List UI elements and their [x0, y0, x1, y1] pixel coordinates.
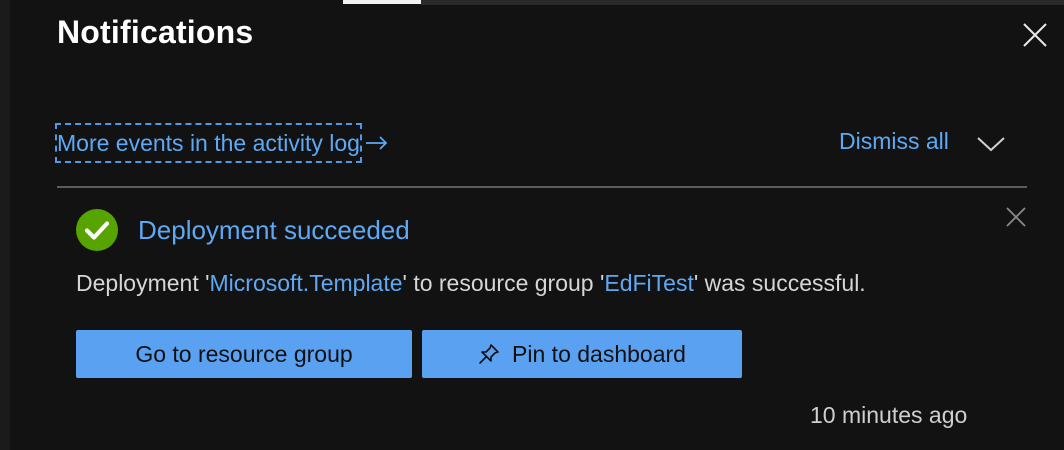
panel-title: Notifications: [57, 14, 254, 50]
top-strip: [421, 0, 1064, 5]
arrow-right-icon: [365, 136, 388, 150]
notification-timestamp: 10 minutes ago: [810, 402, 968, 428]
pin-icon: [479, 344, 499, 364]
close-icon[interactable]: [1005, 206, 1027, 228]
go-to-resource-group-label: Go to resource group: [135, 340, 353, 367]
notifications-screen: Notifications More events in the activit…: [0, 0, 1064, 450]
chevron-down-icon[interactable]: [976, 132, 1006, 154]
success-check-icon: [76, 209, 118, 251]
template-link[interactable]: Microsoft.Template: [210, 270, 403, 296]
top-indicator: [343, 0, 421, 4]
message-suffix: ' was successful.: [693, 270, 866, 296]
resource-group-link[interactable]: EdFiTest: [604, 270, 693, 296]
pin-to-dashboard-label: Pin to dashboard: [512, 340, 686, 367]
activity-log-link[interactable]: More events in the activity log: [55, 123, 390, 163]
close-icon[interactable]: [1022, 22, 1048, 48]
pin-to-dashboard-button[interactable]: Pin to dashboard: [422, 330, 742, 378]
activity-log-link-text: More events in the activity log: [55, 123, 362, 163]
go-to-resource-group-button[interactable]: Go to resource group: [76, 330, 412, 378]
left-edge-panel: [0, 0, 10, 450]
notification-message: Deployment 'Microsoft.Template' to resou…: [76, 270, 866, 297]
dismiss-all-button[interactable]: Dismiss all: [839, 128, 949, 155]
notification-title[interactable]: Deployment succeeded: [138, 215, 410, 246]
notification-card: Deployment succeeded Deployment 'Microso…: [57, 188, 1027, 450]
message-middle: ' to resource group ': [402, 270, 605, 296]
message-prefix: Deployment ': [76, 270, 210, 296]
